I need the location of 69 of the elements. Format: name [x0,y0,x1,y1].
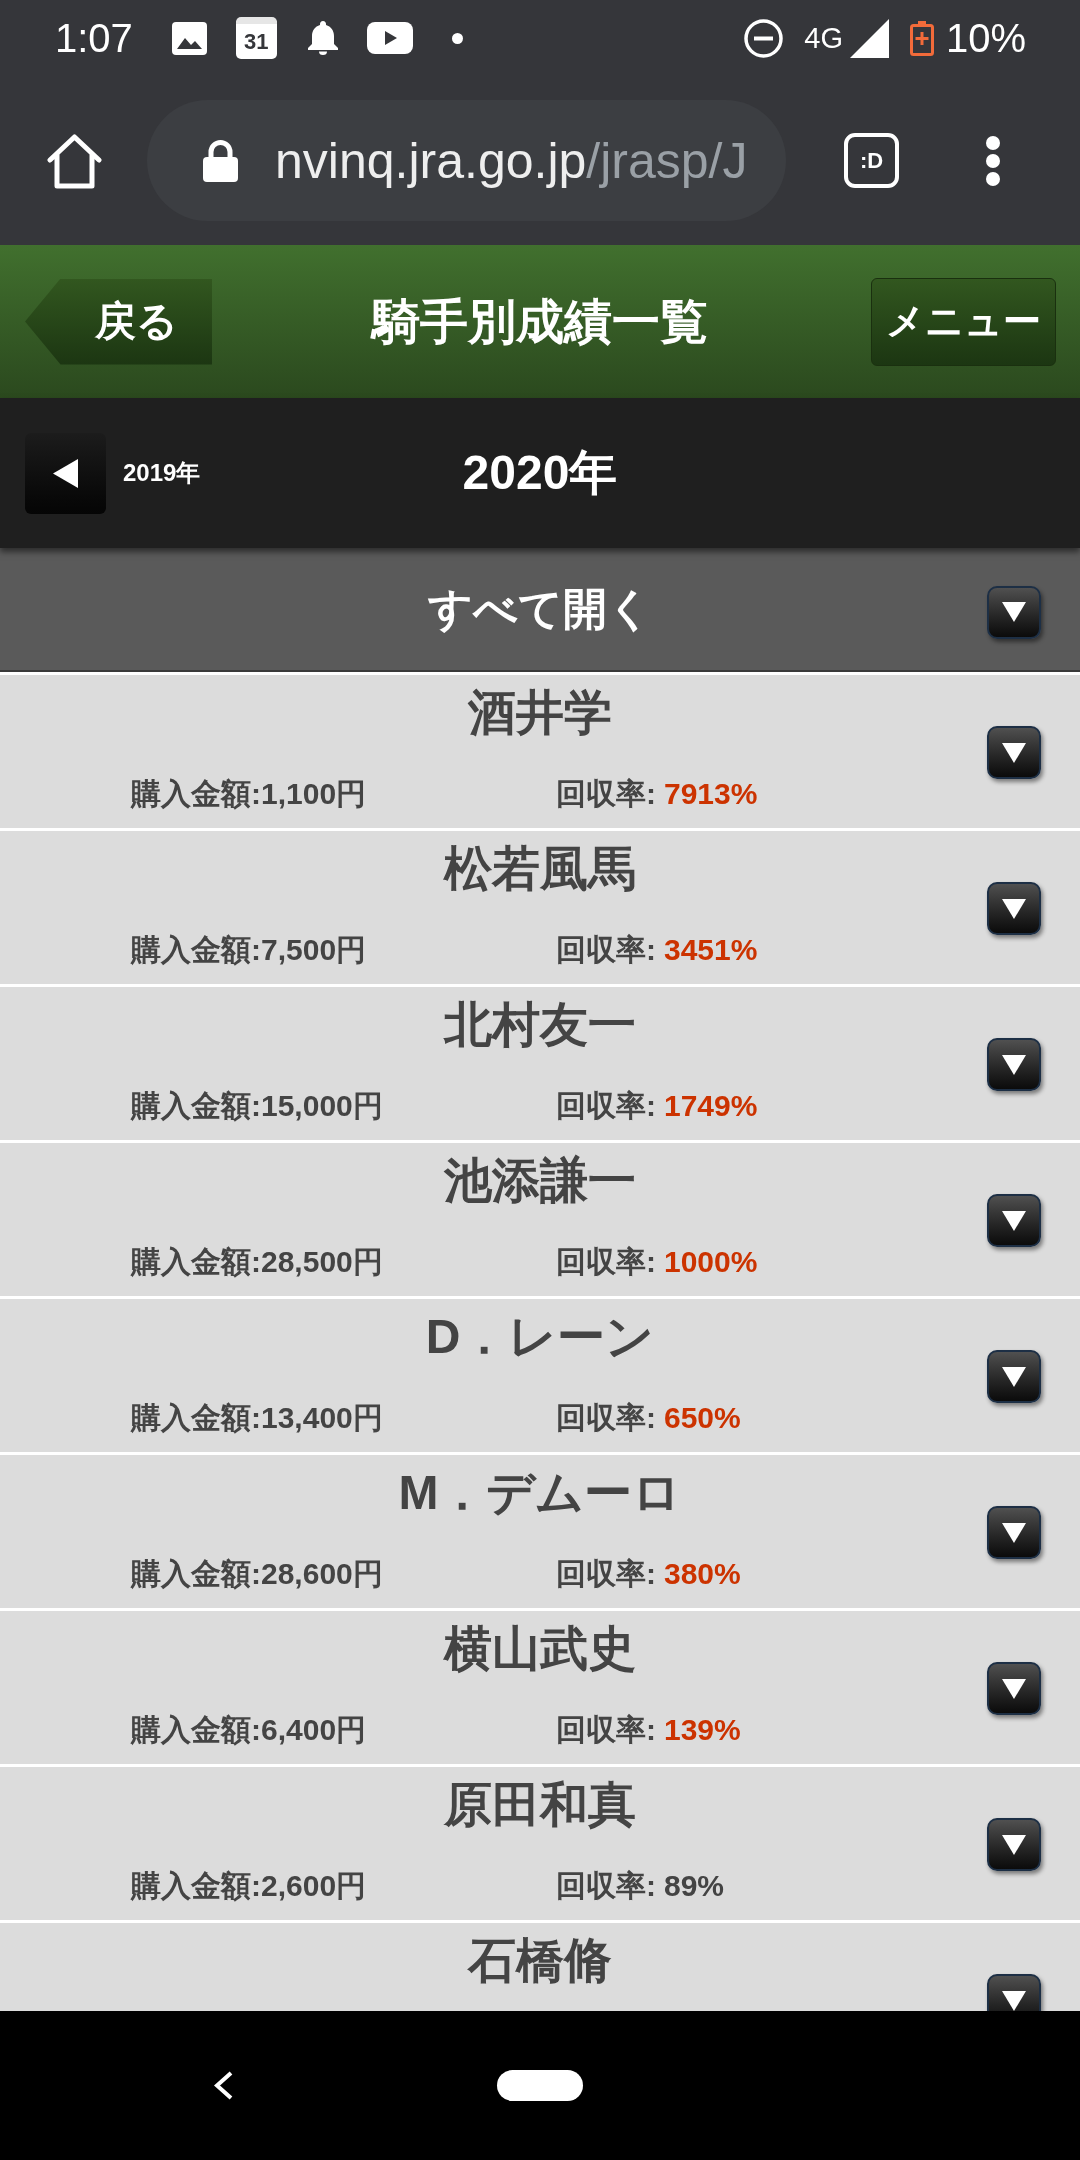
return-rate-value: 3451% [664,932,758,968]
purchase-amount: 購入金額:6,400円 [131,1713,367,1746]
expand-all-label[interactable]: すべて開く [428,576,652,642]
previous-year-link[interactable]: 2019年 [123,455,201,491]
return-rate-value: 650% [664,1400,741,1436]
expand-button[interactable] [987,1038,1041,1091]
jockey-name: D．レーン [425,1309,655,1365]
jockey-name: M．デムーロ [398,1465,682,1521]
return-rate-label: 回収率: [556,1556,656,1592]
jockey-name: 酒井学 [468,685,612,741]
return-rate-label: 回収率: [556,932,656,968]
purchase-amount: 購入金額:28,500円 [131,1245,383,1278]
dot-icon [451,32,463,44]
home-icon[interactable] [47,132,102,189]
purchase-amount: 購入金額:28,600円 [131,1557,383,1590]
return-rate-label: 回収率: [556,1400,656,1436]
expand-button[interactable] [987,585,1041,639]
url-bar[interactable]: nvinq.jra.go.jp/jrasp/J [147,100,786,221]
page-title: 騎手別成績一覧 [372,293,708,350]
jockey-name: 原田和真 [444,1777,636,1833]
expand-button[interactable] [987,1662,1041,1715]
expand-button[interactable] [987,1818,1041,1871]
jockey-name: 横山武史 [444,1621,636,1677]
return-rate-value: 1000% [664,1244,758,1280]
purchase-amount: 購入金額:13,400円 [131,1401,383,1434]
expand-button[interactable] [987,1194,1041,1247]
return-rate-value: 7913% [664,776,758,812]
clock-time: 1:07 [55,18,133,58]
purchase-amount: 購入金額:15,000円 [131,1089,383,1122]
return-rate-label: 回収率: [556,1868,656,1904]
battery-icon [909,20,934,56]
return-rate-label: 回収率: [556,1088,656,1124]
purchase-amount: 購入金額:1,100円 [131,777,367,810]
home-pill-button[interactable] [497,2070,583,2101]
calendar-day-text: 31 [244,30,269,53]
signal-icon [849,18,889,58]
more-options-icon[interactable] [985,135,1001,186]
previous-year-button[interactable] [25,432,106,514]
expand-button[interactable] [987,882,1041,935]
image-icon [171,21,207,55]
menu-button[interactable]: メニュー [871,277,1056,366]
return-rate-value: 89% [664,1868,725,1904]
expand-button[interactable] [987,1506,1041,1559]
triangle-left-icon [53,458,78,488]
return-rate-value: 380% [664,1556,741,1592]
expand-button[interactable] [987,726,1041,779]
return-rate-value: 139% [664,1712,741,1748]
network-type-text: 4G [804,23,843,53]
back-chevron-icon[interactable] [213,2070,234,2101]
do-not-disturb-icon [744,18,784,58]
current-year: 2020年 [462,445,618,501]
back-button[interactable]: 戻る [25,278,212,365]
battery-percent-text: 10% [945,18,1026,58]
jockey-name: 石橋脩 [468,1933,612,1989]
jockey-name: 池添謙一 [444,1153,636,1209]
return-rate-label: 回収率: [556,776,656,812]
play-icon [366,22,413,54]
lock-icon [203,139,238,182]
jockey-name: 松若風馬 [444,841,636,897]
jockey-name: 北村友一 [444,997,636,1053]
purchase-amount: 購入金額:7,500円 [131,933,367,966]
expand-button[interactable] [987,1350,1041,1403]
purchase-amount: 購入金額:2,600円 [131,1869,367,1902]
return-rate-label: 回収率: [556,1712,656,1748]
return-rate-value: 1749% [664,1088,758,1124]
tab-switcher-button[interactable]: :D [844,133,899,188]
bell-icon [307,21,338,55]
return-rate-label: 回収率: [556,1244,656,1280]
triangle-down-icon [1002,602,1026,622]
